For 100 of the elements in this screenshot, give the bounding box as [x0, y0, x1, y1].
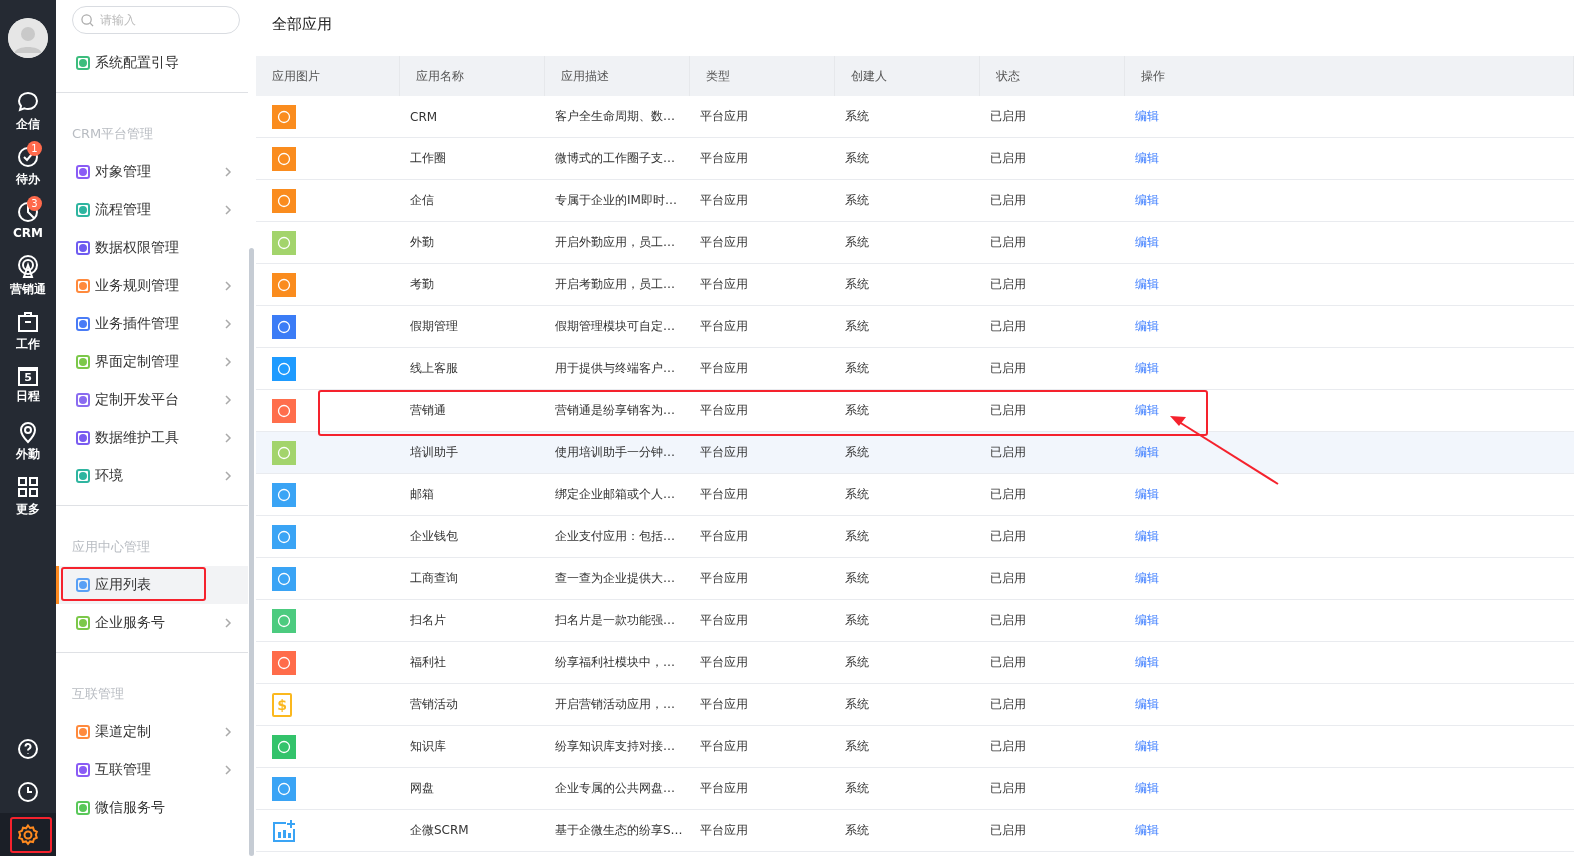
rail-button[interactable]	[0, 813, 56, 856]
table-cell-text: 企业专属的公共网盘…	[554, 780, 676, 797]
section-title: 应用中心管理	[72, 538, 151, 556]
table-cell-text: 平台应用	[699, 654, 749, 671]
sidebar-item[interactable]: 业务插件管理	[56, 305, 248, 343]
sidebar-item[interactable]: 企业服务号	[56, 604, 248, 642]
edit-link[interactable]: 编辑	[1135, 276, 1159, 293]
table-cell-text: 平台应用	[699, 276, 749, 293]
table-cell-text: 营销通	[409, 402, 447, 419]
chevron-right-icon	[224, 319, 232, 329]
edit-link[interactable]: 编辑	[1135, 822, 1159, 839]
table-cell-text: 已启用	[989, 444, 1027, 461]
chevron-right-icon	[224, 357, 232, 367]
table-cell-text: 平台应用	[699, 402, 749, 419]
table-cell-text: 系统	[844, 612, 870, 629]
table-cell-text: 平台应用	[699, 780, 749, 797]
chevron-right-icon	[224, 727, 232, 737]
search-icon	[81, 14, 94, 27]
table-cell-text: 已启用	[989, 738, 1027, 755]
search-field[interactable]: 请输入	[72, 6, 240, 34]
table-cell-text: 已启用	[989, 822, 1027, 839]
scrollbar[interactable]	[249, 248, 254, 856]
chevron-right-icon	[224, 618, 232, 628]
sidebar-item[interactable]: 微信服务号	[56, 789, 248, 827]
edit-link[interactable]: 编辑	[1135, 318, 1159, 335]
edit-link[interactable]: 编辑	[1135, 780, 1159, 797]
table-cell-text: 扫名片	[409, 612, 447, 629]
table-cell-text: 平台应用	[699, 444, 749, 461]
sidebar-item[interactable]: 数据维护工具	[56, 419, 248, 457]
rail-item[interactable]: 更多	[0, 475, 56, 530]
table-cell-text: 工作圈	[409, 150, 447, 167]
dollar-document-icon: $	[272, 692, 292, 717]
rail-item[interactable]: 5 日程	[0, 365, 56, 420]
table-cell-text: 已启用	[989, 192, 1027, 209]
table-cell-text: 开启考勤应用，员工…	[554, 276, 676, 293]
edit-link[interactable]: 编辑	[1135, 192, 1159, 209]
rail-item[interactable]: 工作	[0, 310, 56, 365]
edit-link[interactable]: 编辑	[1135, 612, 1159, 629]
edit-link[interactable]: 编辑	[1135, 108, 1159, 125]
sidebar-item[interactable]: 数据权限管理	[56, 229, 248, 267]
table-cell-text: 系统	[844, 276, 870, 293]
calendar-icon: 5	[18, 367, 38, 386]
sidebar-item[interactable]: 互联管理	[56, 751, 248, 789]
table-cell-text: 企微SCRM	[409, 822, 470, 839]
avatar[interactable]	[8, 18, 48, 58]
table-cell-text: 系统	[844, 570, 870, 587]
edit-link[interactable]: 编辑	[1135, 402, 1159, 419]
edit-link[interactable]: 编辑	[1135, 444, 1159, 461]
edit-link[interactable]: 编辑	[1135, 150, 1159, 167]
sidebar-item[interactable]: 应用列表	[56, 566, 248, 604]
sidebar-item[interactable]: 界面定制管理	[56, 343, 248, 381]
table-cell-text: 平台应用	[699, 108, 749, 125]
table-cell-text: 已启用	[989, 360, 1027, 377]
edit-link[interactable]: 编辑	[1135, 360, 1159, 377]
table-cell-text: 考勤	[409, 276, 435, 293]
table-cell-text: 已启用	[989, 234, 1027, 251]
table-cell-text: 基于企微生态的纷享S…	[554, 822, 684, 839]
edit-link[interactable]: 编辑	[1135, 738, 1159, 755]
section-title: 互联管理	[72, 685, 125, 703]
table-cell-text: 平台应用	[699, 360, 749, 377]
table-cell-text: 微博式的工作圈子支…	[554, 150, 676, 167]
table-cell-text: 系统	[844, 150, 870, 167]
clock-icon	[16, 779, 40, 804]
edit-link[interactable]: 编辑	[1135, 234, 1159, 251]
table-cell-text: 线上客服	[409, 360, 459, 377]
table-cell-text: 已启用	[989, 612, 1027, 629]
sidebar-item[interactable]: 对象管理	[56, 153, 248, 191]
table-cell-text: 已启用	[989, 108, 1027, 125]
chevron-right-icon	[224, 167, 232, 177]
table-cell-text: 开启营销活动应用，…	[554, 696, 676, 713]
section-title: CRM平台管理	[72, 125, 155, 143]
table-cell-text: 系统	[844, 486, 870, 503]
table-cell-text: 系统	[844, 696, 870, 713]
sidebar-item[interactable]: 渠道定制	[56, 713, 248, 751]
edit-link[interactable]: 编辑	[1135, 696, 1159, 713]
sidebar-item[interactable]: 环境	[56, 457, 248, 495]
table-row[interactable]: 培训助手 使用培训助手一分钟… 平台应用 系统 已启用 编辑	[256, 432, 1574, 474]
rail-item[interactable]: 营销通	[0, 255, 56, 310]
table-cell-text: 邮箱	[409, 486, 435, 503]
edit-link[interactable]: 编辑	[1135, 570, 1159, 587]
table-cell-text: 营销通是纷享销客为…	[554, 402, 676, 419]
table-cell-text: 已启用	[989, 276, 1027, 293]
table-cell-text: 纷享福利社模块中，…	[554, 654, 676, 671]
table-cell-text: 系统	[844, 234, 870, 251]
sidebar-item[interactable]: 定制开发平台	[56, 381, 248, 419]
help-icon	[16, 736, 40, 761]
edit-link[interactable]: 编辑	[1135, 486, 1159, 503]
sidebar-item[interactable]: 流程管理	[56, 191, 248, 229]
sidebar-item[interactable]: 系统配置引导	[56, 44, 248, 82]
table-cell-text: 系统	[844, 780, 870, 797]
table-cell-text: 系统	[844, 654, 870, 671]
rail-item[interactable]: 外勤	[0, 420, 56, 475]
edit-link[interactable]: 编辑	[1135, 654, 1159, 671]
table-cell-text: 平台应用	[699, 486, 749, 503]
table-cell-text: 系统	[844, 822, 870, 839]
sidebar-item[interactable]: 业务规则管理	[56, 267, 248, 305]
table-cell-text: 平台应用	[699, 738, 749, 755]
chevron-right-icon	[224, 205, 232, 215]
edit-link[interactable]: 编辑	[1135, 528, 1159, 545]
table-cell-text: 开启外勤应用，员工…	[554, 234, 676, 251]
